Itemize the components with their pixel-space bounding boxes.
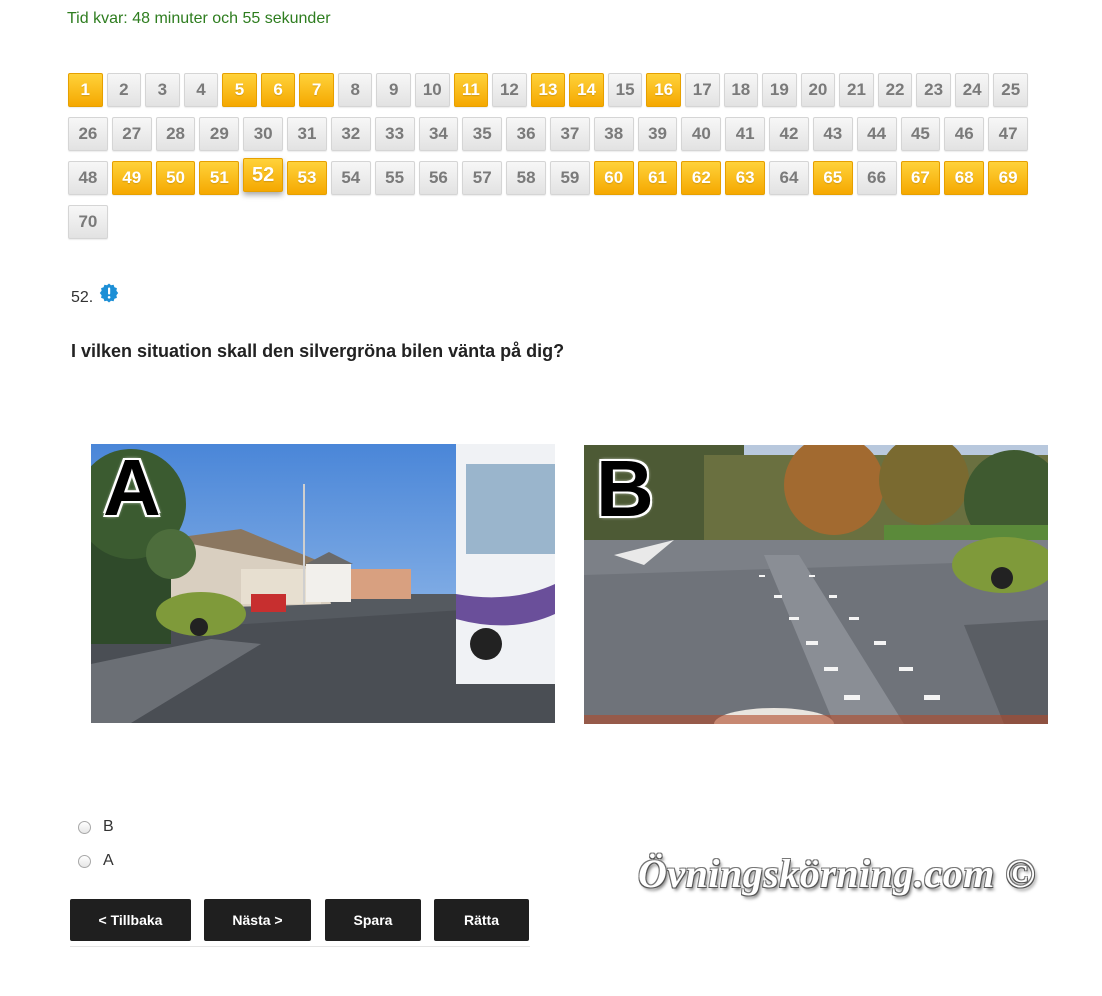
divider [70,946,530,947]
question-nav-button-29[interactable]: 29 [199,117,240,151]
question-number: 52. [71,289,94,306]
question-nav-button-44[interactable]: 44 [856,117,897,151]
question-nav-button-23[interactable]: 23 [916,73,951,107]
question-nav-button-53[interactable]: 53 [287,161,327,195]
question-nav-button-13[interactable]: 13 [530,73,566,107]
question-nav-button-11[interactable]: 11 [453,73,489,107]
question-nav-button-25[interactable]: 25 [993,73,1028,107]
question-nav-button-21[interactable]: 21 [839,73,874,107]
question-nav-button-8[interactable]: 8 [337,73,373,107]
question-nav-button-64[interactable]: 64 [769,161,809,195]
question-nav-button-2[interactable]: 2 [106,73,142,107]
answer-option-b[interactable]: B [78,818,114,836]
question-nav-button-35[interactable]: 35 [462,117,503,151]
scenario-image-a: A [91,444,555,723]
question-nav-button-19[interactable]: 19 [762,73,797,107]
back-button[interactable]: < Tillbaka [70,899,191,941]
option-b-label: B [103,818,114,835]
info-badge-icon[interactable] [99,283,119,303]
question-nav-button-45[interactable]: 45 [900,117,941,151]
question-nav-button-1[interactable]: 1 [68,73,103,107]
question-nav-button-10[interactable]: 10 [415,73,450,107]
question-nav-button-16[interactable]: 16 [646,73,681,107]
question-nav-button-22[interactable]: 22 [877,73,913,107]
question-nav-button-46[interactable]: 46 [944,117,985,151]
question-nav-button-58[interactable]: 58 [506,161,546,195]
question-nav-button-69[interactable]: 69 [988,161,1028,195]
question-nav-button-52[interactable]: 52 [243,158,284,192]
question-nav-button-39[interactable]: 39 [637,117,678,151]
answer-option-a[interactable]: A [78,852,114,870]
next-button[interactable]: Nästa > [204,899,311,941]
question-nav-button-61[interactable]: 61 [637,161,678,195]
question-nav-button-67[interactable]: 67 [900,161,941,195]
question-nav-button-60[interactable]: 60 [593,161,634,195]
question-nav-button-49[interactable]: 49 [111,161,152,195]
question-nav-button-62[interactable]: 62 [681,161,722,195]
question-nav-button-27[interactable]: 27 [111,117,152,151]
question-nav-button-12[interactable]: 12 [492,73,527,107]
question-nav-button-14[interactable]: 14 [569,73,604,107]
question-nav-button-38[interactable]: 38 [593,117,634,151]
question-nav-button-66[interactable]: 66 [856,161,897,195]
question-nav-button-26[interactable]: 26 [68,117,108,151]
question-nav-button-63[interactable]: 63 [725,161,766,195]
scenario-image-b: B [584,445,1048,724]
question-nav-button-18[interactable]: 18 [723,73,759,107]
question-nav-button-30[interactable]: 30 [243,117,284,151]
question-nav-button-40[interactable]: 40 [681,117,722,151]
question-nav-button-7[interactable]: 7 [299,73,334,107]
radio-option-b[interactable] [78,820,91,834]
question-nav-button-48[interactable]: 48 [68,161,108,195]
question-nav-button-34[interactable]: 34 [418,117,459,151]
question-nav-button-54[interactable]: 54 [330,161,371,195]
question-text: I vilken situation skall den silvergröna… [71,341,565,361]
question-nav-button-6[interactable]: 6 [260,73,296,107]
image-label-b: B [596,445,654,533]
question-nav-button-42[interactable]: 42 [769,117,809,151]
save-button[interactable]: Spara [325,899,421,941]
question-nav-button-47[interactable]: 47 [988,117,1028,151]
grade-button[interactable]: Rätta [434,899,529,941]
image-label-a: A [103,444,161,532]
question-nav-button-15[interactable]: 15 [607,73,643,107]
question-nav-button-57[interactable]: 57 [462,161,503,195]
question-nav-button-9[interactable]: 9 [376,73,412,107]
question-nav-button-59[interactable]: 59 [550,161,590,195]
option-a-label: A [103,852,114,869]
question-nav-button-55[interactable]: 55 [374,161,415,195]
question-nav-button-50[interactable]: 50 [155,161,196,195]
question-nav-button-65[interactable]: 65 [812,161,853,195]
question-nav-button-3[interactable]: 3 [145,73,180,107]
question-nav-button-31[interactable]: 31 [287,117,327,151]
question-nav-button-51[interactable]: 51 [199,161,240,195]
question-nav-button-24[interactable]: 24 [954,73,990,107]
question-nav-button-68[interactable]: 68 [944,161,985,195]
question-nav-button-4[interactable]: 4 [183,73,219,107]
question-nav-button-17[interactable]: 17 [684,73,720,107]
question-nav-button-20[interactable]: 20 [800,73,836,107]
question-nav-button-5[interactable]: 5 [222,73,257,107]
watermark: Övningskörning.com © [638,851,1036,896]
question-nav-button-56[interactable]: 56 [418,161,459,195]
question-nav-button-28[interactable]: 28 [155,117,196,151]
question-nav-button-33[interactable]: 33 [374,117,415,151]
question-nav-button-32[interactable]: 32 [330,117,371,151]
question-nav-button-37[interactable]: 37 [550,117,590,151]
time-remaining: Tid kvar: 48 minuter och 55 sekunder [67,10,331,27]
question-nav-button-43[interactable]: 43 [812,117,853,151]
question-nav-button-70[interactable]: 70 [68,205,108,239]
question-nav-button-41[interactable]: 41 [725,117,766,151]
radio-option-a[interactable] [78,854,91,868]
question-nav-button-36[interactable]: 36 [506,117,546,151]
